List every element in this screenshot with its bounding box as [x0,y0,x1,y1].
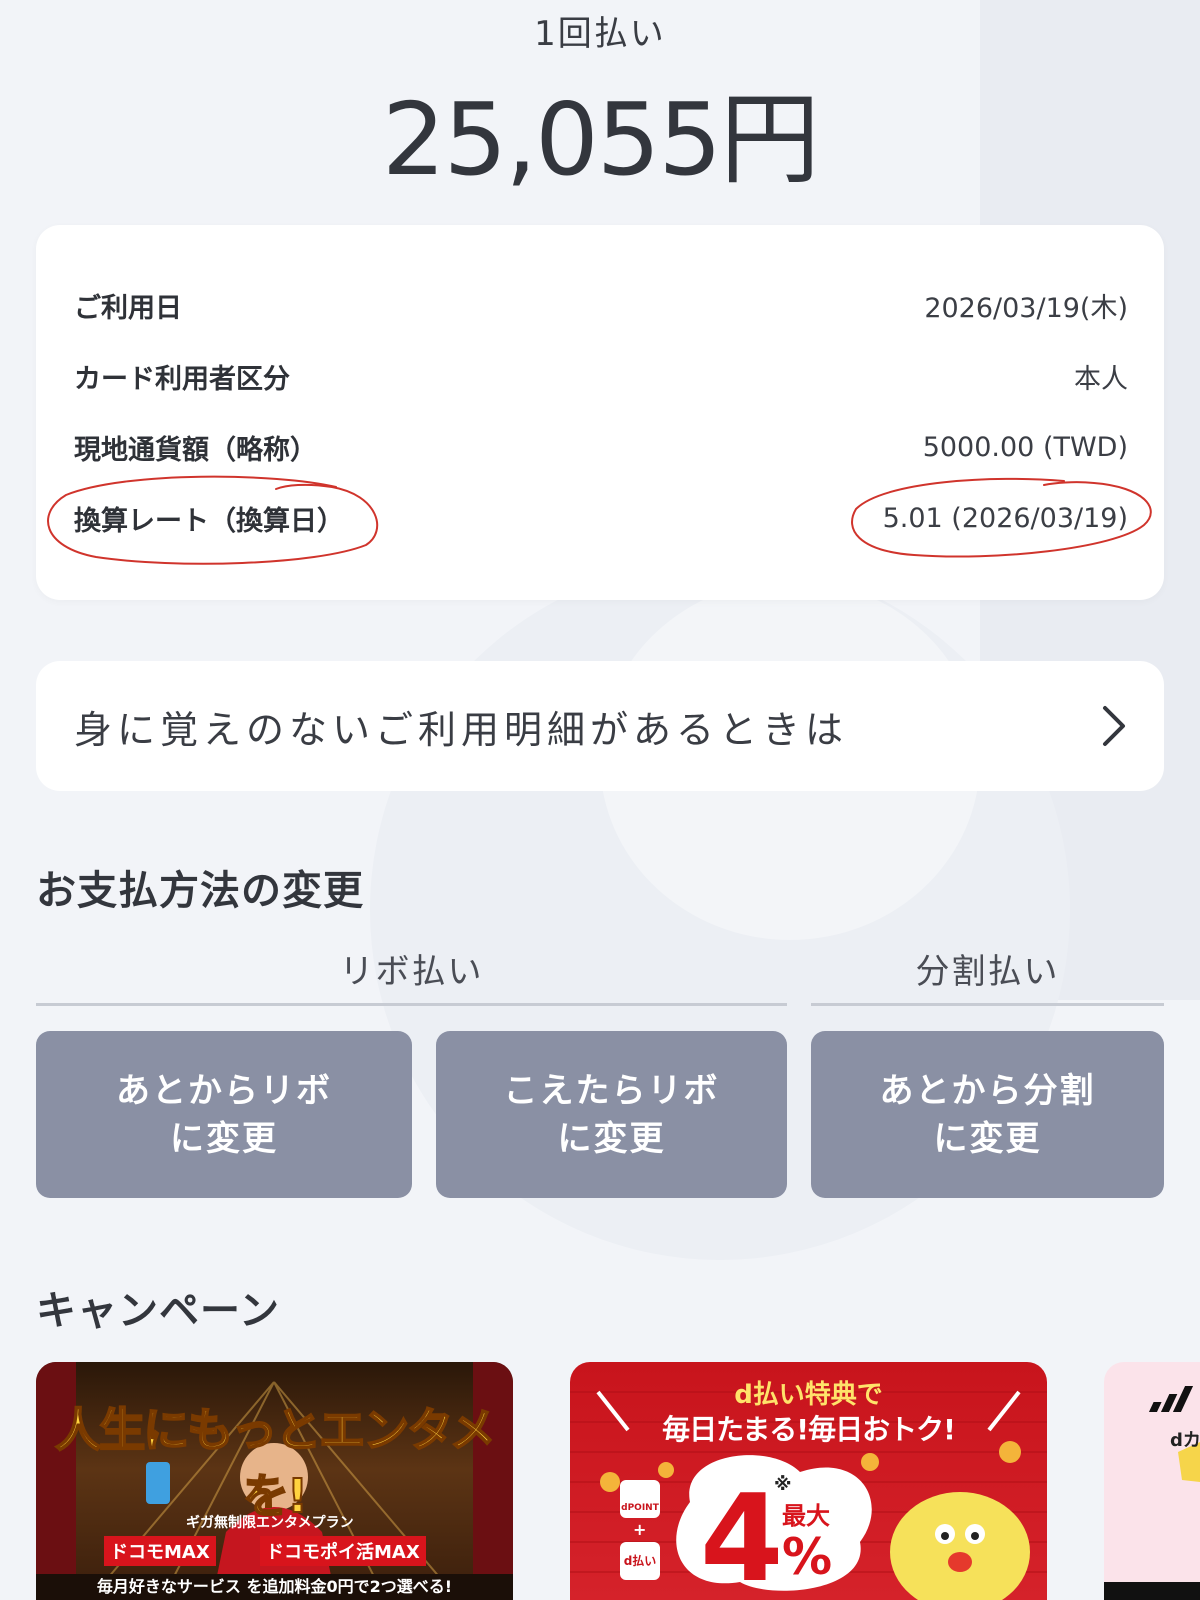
dpoint-badge: dPOINT [620,1480,660,1518]
banner-plan-b: ドコモポイ活MAX [260,1536,426,1566]
banner-subtitle: ギガ無制限エンタメプラン [186,1515,354,1531]
detail-row-usage-date: ご利用日 2026/03/19(木) [74,280,1128,330]
later-revolving-button[interactable]: あとからリボ に変更 [36,1031,412,1198]
campaign-banner-d-payment[interactable]: d払い特典で 毎日たまる!毎日おトク! dPOINT + d払い 4 ※ 最大 … [570,1362,1047,1600]
tab-revolving-underline [36,1003,787,1006]
banner-headline: 人生にもっとエンタメを! [54,1402,497,1524]
banner-headline-1: d払い特典で [734,1380,883,1410]
detail-value: 2026/03/19(木) [924,292,1128,324]
detail-label: 現地通貨額（略称） [74,434,317,466]
banner-footer: 毎月好きなサービス を追加料金0円で2つ選べる! [36,1574,513,1600]
tab-revolving: リボ払い [339,952,484,992]
campaign-banner-partial[interactable]: dカ [1104,1362,1200,1600]
button-label-line2: に変更 [557,1118,666,1159]
detail-value: 本人 [1074,363,1128,395]
tab-installment: 分割払い [915,952,1060,992]
detail-label: ご利用日 [74,292,182,324]
campaign-title: キャンペーン [36,1288,280,1334]
detail-value: 5000.00 (TWD) [922,431,1128,463]
detail-label: 換算レート（換算日） [74,505,344,537]
button-label-line1: あとからリボ [116,1070,332,1111]
unknown-charge-link-label: 身に覚えのないご利用明細があるときは [74,707,849,752]
detail-label: カード利用者区分 [74,363,290,395]
percent-note: ※ [774,1474,792,1495]
detail-row-exchange-rate: 換算レート（換算日） 5.01 (2026/03/19) [74,493,1128,543]
campaign-banner-docomo-max[interactable]: 人生にもっとエンタメを! ギガ無制限エンタメプラン ドコモMAX ドコモポイ活M… [36,1362,513,1600]
detail-card: ご利用日 2026/03/19(木) カード利用者区分 本人 現地通貨額（略称）… [36,225,1164,600]
detail-value: 5.01 (2026/03/19) [882,502,1128,534]
detail-row-user-type: カード利用者区分 本人 [74,351,1128,401]
amount-value: 25,055円 [382,81,820,198]
unknown-charge-link[interactable]: 身に覚えのないご利用明細があるときは [36,661,1164,791]
plus-sign: + [633,1520,647,1539]
detail-row-local-currency: 現地通貨額（略称） 5000.00 (TWD) [74,422,1128,472]
later-installment-button[interactable]: あとから分割 に変更 [811,1031,1164,1198]
payment-change-title: お支払方法の変更 [36,868,364,914]
percent-sign: % [782,1528,833,1586]
button-label-line2: に変更 [933,1118,1042,1159]
banner-partial-text: dカ [1170,1430,1200,1451]
button-label-line1: こえたらリボ [503,1070,720,1111]
payment-type-label: 1回払い [534,14,666,54]
banner-artwork [1104,1386,1200,1600]
banner-headline-2: 毎日たまる!毎日おトク! [662,1413,956,1446]
chevron-right-icon [1103,706,1125,746]
tab-installment-underline [811,1003,1164,1006]
percent-prefix: 最大 [782,1502,830,1530]
button-label-line2: に変更 [170,1118,278,1159]
banner-plan-a: ドコモMAX [104,1536,216,1566]
over-limit-revolving-button[interactable]: こえたらリボ に変更 [436,1031,787,1198]
button-label-line1: あとから分割 [879,1070,1096,1111]
dpay-badge: d払い [620,1542,660,1580]
percent-value: 4 [700,1470,784,1600]
